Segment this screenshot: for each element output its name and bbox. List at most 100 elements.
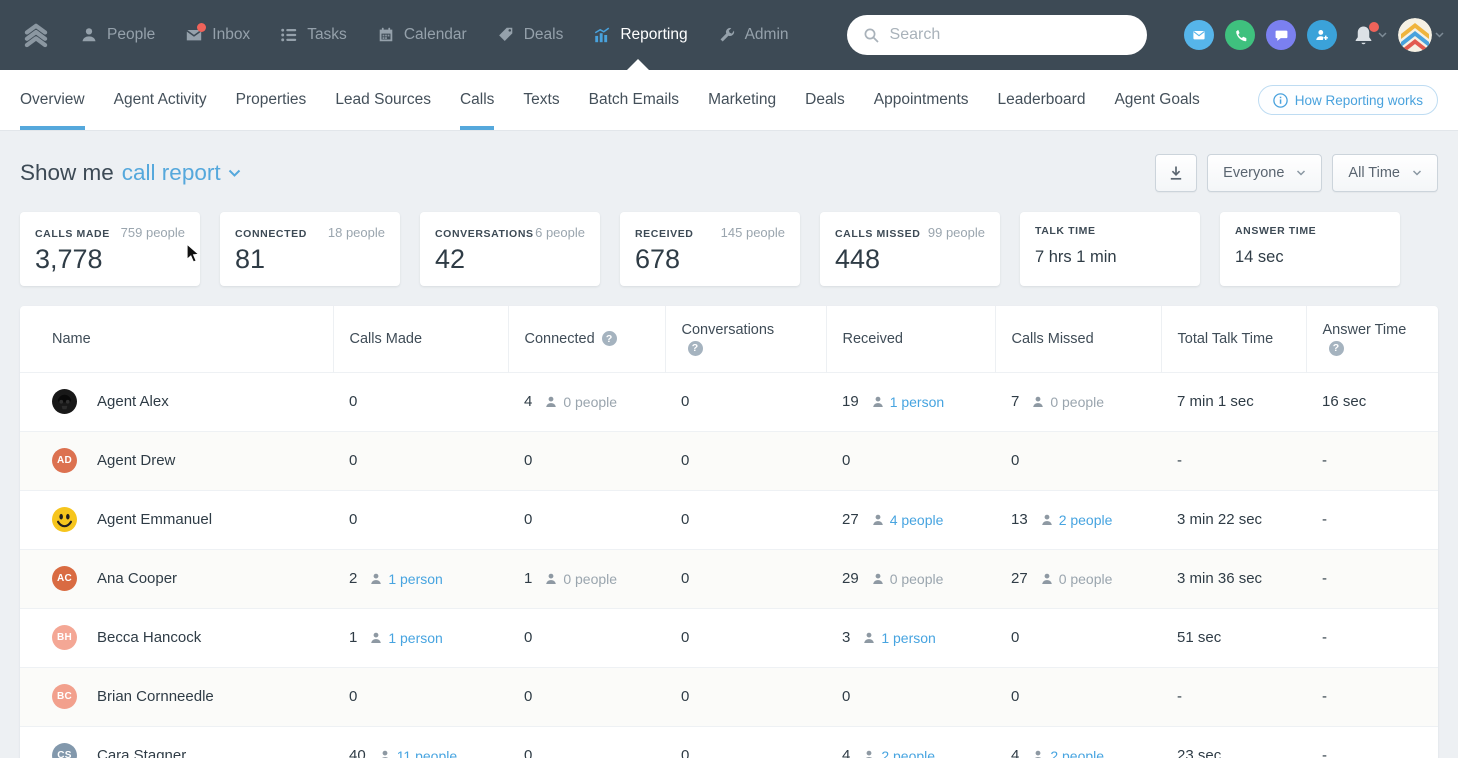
- column-header-received: Received: [825, 306, 995, 372]
- info-icon: [1272, 92, 1288, 108]
- people-filter-link[interactable]: 2 people: [863, 748, 935, 758]
- stat-card-conversations: CONVERSATIONS 6 people 42: [420, 212, 600, 286]
- person-icon: [80, 26, 98, 44]
- stat-card-calls-made: CALLS MADE 759 people 3,778: [20, 212, 200, 286]
- people-filter-link[interactable]: 0 people: [545, 394, 617, 410]
- people-filter-link[interactable]: 4 people: [872, 512, 943, 528]
- people-filter-link[interactable]: 0 people: [1032, 394, 1104, 410]
- tab-leaderboard[interactable]: Leaderboard: [998, 70, 1086, 130]
- tab-appointments[interactable]: Appointments: [874, 70, 969, 130]
- answer-time-cell: -: [1306, 430, 1438, 490]
- people-filter-link[interactable]: 0 people: [545, 571, 617, 587]
- tab-agent-goals[interactable]: Agent Goals: [1114, 70, 1199, 130]
- tab-batch-emails[interactable]: Batch Emails: [589, 70, 679, 130]
- nav-item-label: Reporting: [620, 26, 688, 43]
- person-icon: [381, 750, 389, 758]
- person-icon: [872, 573, 883, 584]
- people-filter-link[interactable]: 1 person: [872, 394, 944, 410]
- table-row: Agent Alex 0 40 people 0 19 1 person 70 p…: [20, 371, 1438, 431]
- nav-item-reporting[interactable]: Reporting: [593, 26, 688, 44]
- table-row: Agent Emmanuel 0 0 0 27 4 people 13 2 peop…: [20, 489, 1438, 549]
- column-header-calls-missed: Calls Missed: [994, 306, 1161, 372]
- agent-link[interactable]: Agent Alex: [52, 389, 325, 414]
- person-icon: [371, 632, 382, 643]
- stat-card-answer-time: ANSWER TIME 14 sec: [1220, 212, 1400, 286]
- talk-time-cell: 3 min 22 sec: [1161, 489, 1306, 549]
- nav-item-label: Inbox: [212, 26, 251, 43]
- agent-link[interactable]: AD Agent Drew: [52, 448, 325, 473]
- talk-time-cell: 51 sec: [1161, 607, 1306, 667]
- agent-link[interactable]: AC Ana Cooper: [52, 566, 325, 591]
- stat-value: 7 hrs 1 min: [1035, 248, 1117, 266]
- search-input[interactable]: [889, 26, 1131, 44]
- agent-link[interactable]: BC Brian Cornneedle: [52, 684, 325, 709]
- nav-item-inbox[interactable]: Inbox: [185, 23, 251, 44]
- add-person-button[interactable]: [1307, 20, 1337, 50]
- column-header-conversations: Conversations?: [664, 306, 826, 372]
- tab-marketing[interactable]: Marketing: [708, 70, 776, 130]
- people-filter-link[interactable]: 1 person: [863, 630, 936, 646]
- people-filter-link[interactable]: 1 person: [370, 571, 443, 587]
- call-button[interactable]: [1225, 20, 1255, 50]
- inbox-icon: [185, 23, 207, 44]
- stat-value: 448: [835, 244, 881, 274]
- download-report-button[interactable]: [1155, 154, 1198, 192]
- avatar: BH: [52, 625, 77, 650]
- agent-link[interactable]: CS Cara Stagner: [52, 743, 325, 758]
- deal-tag-icon: [497, 26, 515, 44]
- how-reporting-works-button[interactable]: How Reporting works: [1257, 85, 1438, 115]
- account-menu[interactable]: [1398, 18, 1444, 52]
- nav-item-people[interactable]: People: [80, 26, 155, 44]
- help-tooltip-icon[interactable]: ?: [601, 331, 617, 347]
- people-filter-link[interactable]: 2 people: [1041, 512, 1112, 528]
- tab-agent-activity[interactable]: Agent Activity: [114, 70, 207, 130]
- nav-item-label: People: [107, 26, 156, 43]
- people-filter-link[interactable]: 11 people: [379, 748, 457, 758]
- help-tooltip-icon[interactable]: ?: [687, 340, 703, 356]
- person-icon: [864, 632, 875, 643]
- stat-card-connected: CONNECTED 18 people 81: [220, 212, 400, 286]
- active-section-notch: [627, 59, 649, 70]
- tab-overview[interactable]: Overview: [20, 70, 85, 130]
- people-filter-link[interactable]: 0 people: [872, 571, 943, 587]
- answer-time-cell: 16 sec: [1306, 371, 1438, 431]
- tab-lead-sources[interactable]: Lead Sources: [335, 70, 431, 130]
- nav-item-calendar[interactable]: Calendar: [377, 26, 467, 44]
- talk-time-cell: -: [1161, 666, 1306, 726]
- people-filter-link[interactable]: 1 person: [370, 630, 443, 646]
- top-navigation: People Inbox Tasks Calendar Deals Report…: [0, 0, 1458, 70]
- chevron-down-icon: [1378, 32, 1387, 38]
- global-search: [846, 15, 1147, 55]
- people-filter-dropdown[interactable]: Everyone: [1207, 154, 1323, 192]
- compose-email-button[interactable]: [1184, 20, 1214, 50]
- tab-texts[interactable]: Texts: [523, 70, 559, 130]
- report-content: Show me call report Everyone All Time CA…: [0, 130, 1458, 758]
- agent-link[interactable]: BH Becca Hancock: [52, 625, 325, 650]
- vader-avatar-image: [52, 389, 77, 414]
- notifications-button[interactable]: [1352, 21, 1387, 47]
- table-header-row: Name Calls Made Connected? Conversations…: [20, 306, 1438, 372]
- stat-cards: CALLS MADE 759 people 3,778 CONNECTED 18 p…: [20, 212, 1438, 286]
- answer-time-cell: -: [1306, 666, 1438, 726]
- nav-item-tasks[interactable]: Tasks: [280, 26, 347, 44]
- tab-calls[interactable]: Calls: [459, 70, 495, 130]
- tab-deals[interactable]: Deals: [805, 70, 845, 130]
- report-type-selector[interactable]: call report: [122, 160, 241, 186]
- person-icon: [872, 514, 883, 525]
- nav-item-admin[interactable]: Admin: [718, 26, 789, 44]
- chat-button[interactable]: [1266, 20, 1296, 50]
- people-filter-link[interactable]: 0 people: [1041, 571, 1112, 587]
- nav-item-deals[interactable]: Deals: [497, 26, 563, 44]
- agent-link[interactable]: Agent Emmanuel: [52, 507, 325, 532]
- person-icon: [872, 396, 883, 407]
- app-logo-icon[interactable]: [22, 21, 50, 49]
- tab-properties[interactable]: Properties: [236, 70, 307, 130]
- help-tooltip-icon[interactable]: ?: [1328, 340, 1344, 356]
- nav-item-label: Tasks: [307, 26, 347, 43]
- person-icon: [865, 750, 873, 758]
- smiley-avatar-image: [52, 507, 77, 532]
- answer-time-cell: -: [1306, 725, 1438, 758]
- people-filter-link[interactable]: 2 people: [1032, 748, 1104, 758]
- person-icon: [1033, 396, 1044, 407]
- time-filter-dropdown[interactable]: All Time: [1332, 154, 1438, 192]
